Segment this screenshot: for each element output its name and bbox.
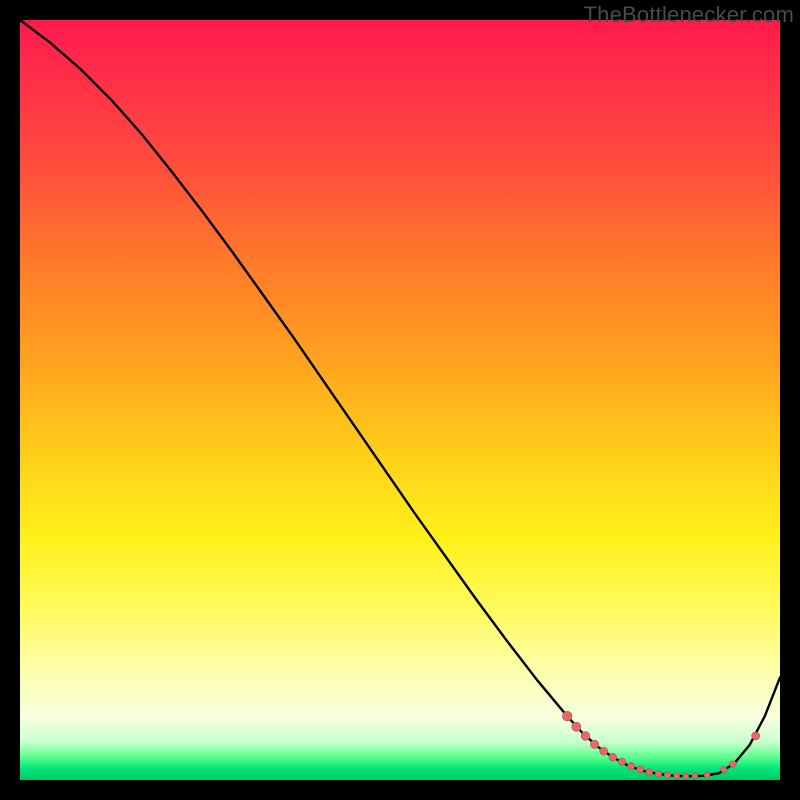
data-point-dot — [590, 740, 598, 748]
watermark-text: TheBottlenecker.com — [584, 2, 794, 28]
data-point-dot — [572, 722, 581, 731]
data-point-dot — [692, 773, 698, 779]
data-point-dot — [721, 766, 727, 772]
data-point-dot — [664, 772, 670, 778]
data-point-dot — [600, 747, 608, 755]
data-point-dot — [581, 732, 590, 741]
data-point-dot — [730, 761, 737, 768]
data-point-dot — [627, 763, 634, 770]
bottleneck-curve — [20, 20, 780, 776]
chart-frame: TheBottlenecker.com — [0, 0, 800, 800]
data-point-dot — [683, 773, 689, 779]
curve-layer — [20, 20, 780, 780]
data-point-dot — [609, 753, 617, 761]
data-point-dot — [655, 771, 662, 778]
data-point-dot — [562, 711, 572, 721]
data-point-dot — [674, 773, 680, 779]
data-point-dot — [704, 772, 710, 778]
data-point-dot — [646, 769, 653, 776]
data-point-dot — [752, 732, 760, 740]
data-point-dot — [618, 758, 625, 765]
data-point-dot — [637, 766, 644, 773]
plot-area — [20, 20, 780, 780]
